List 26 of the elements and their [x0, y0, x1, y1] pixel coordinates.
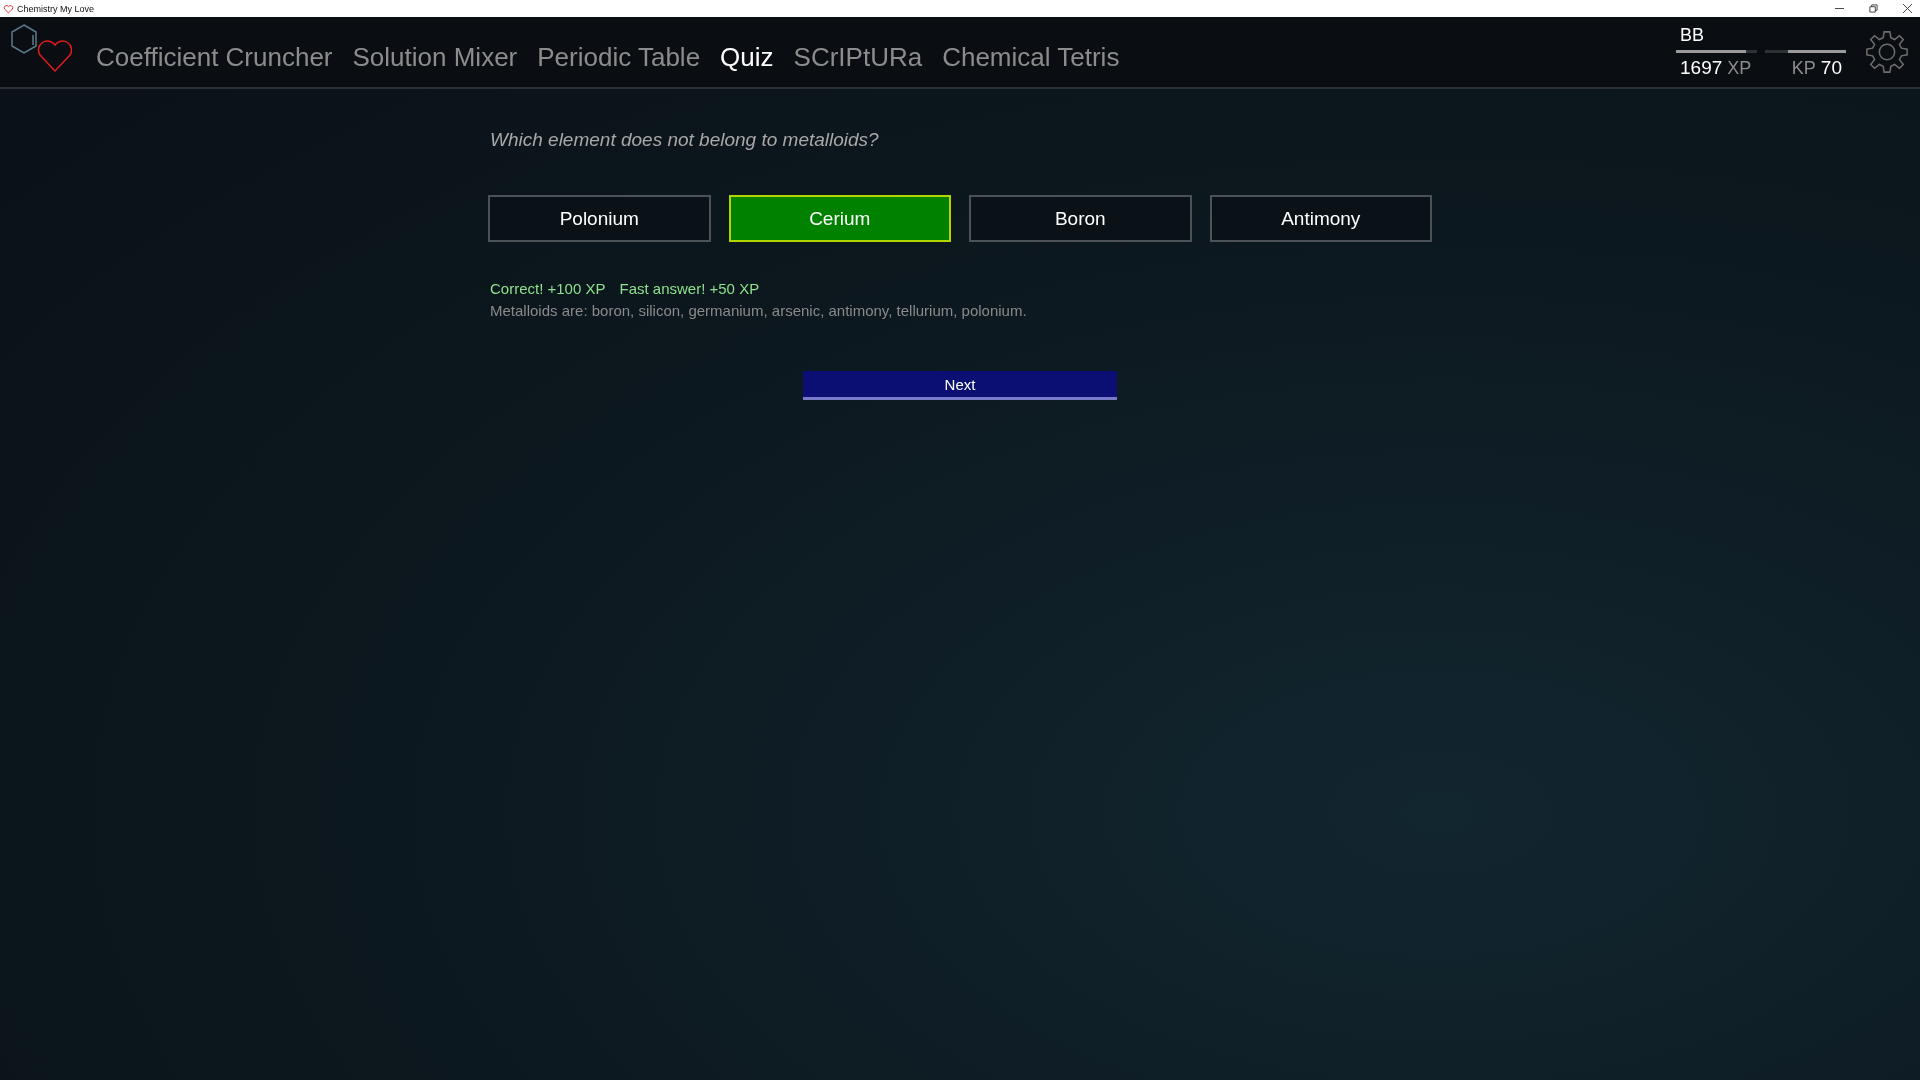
nav-tab[interactable]: Solution Mixer: [348, 41, 522, 73]
feedback-text: Correct! +100 XP: [490, 280, 606, 297]
question-text: Which element does not belong to metalloids?: [490, 129, 880, 151]
nav-tab[interactable]: Quiz: [716, 41, 778, 73]
player-name: BB: [1679, 25, 1705, 46]
nav-tab[interactable]: Periodic Table: [533, 41, 705, 73]
nav-tab[interactable]: Coefficient Cruncher: [92, 41, 337, 73]
xp-value: 1697: [1680, 57, 1723, 79]
answer-button[interactable]: Antimony: [1209, 195, 1432, 242]
hexagon-heart-logo-icon: [8, 23, 72, 75]
answer-button[interactable]: Boron: [969, 195, 1192, 242]
next-button[interactable]: Next: [803, 371, 1117, 400]
restore-icon[interactable]: [1869, 4, 1878, 13]
app-logo-icon: [3, 3, 14, 14]
settings-icon[interactable]: [1864, 29, 1910, 75]
window-title: Chemistry My Love: [17, 3, 95, 14]
kp-value: 70: [1820, 57, 1842, 79]
nav-tab[interactable]: Chemical Tetris: [938, 41, 1124, 73]
answer-button[interactable]: Polonium: [488, 195, 711, 242]
close-icon[interactable]: [1903, 4, 1912, 13]
feedback-text: Fast answer! +50 XP: [619, 280, 760, 297]
explanation-text: Metalloids are: boron, silicon, germanium, arsenic, antimony, tellurium, polonium.: [490, 302, 1028, 319]
kp-unit: KP: [1791, 58, 1816, 79]
xp-unit: XP: [1727, 58, 1752, 79]
nav-tab[interactable]: SCrIPtURa: [789, 41, 927, 73]
answer-button[interactable]: Cerium: [728, 195, 951, 242]
